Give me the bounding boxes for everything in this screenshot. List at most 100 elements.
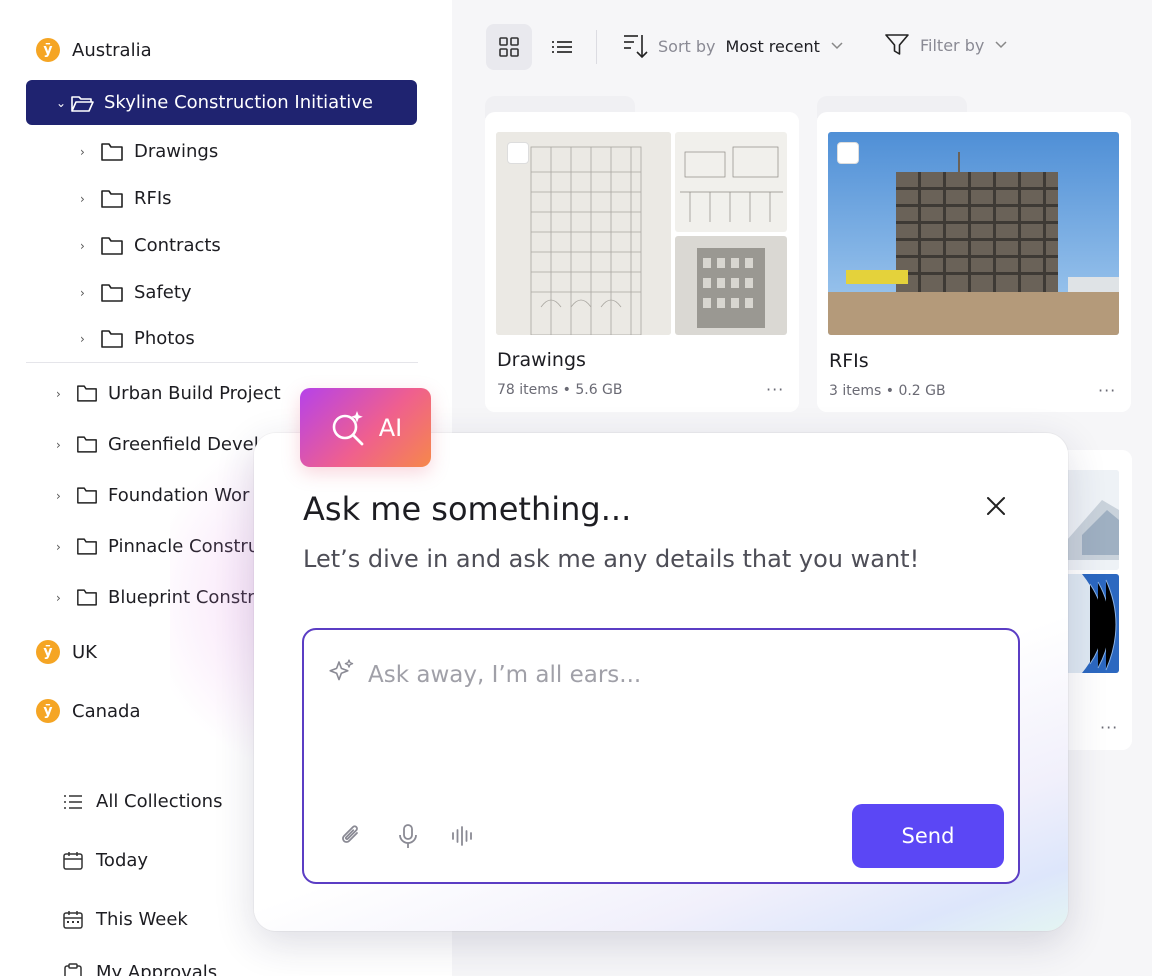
grid-icon: [499, 37, 519, 57]
chevron-right-icon: ›: [80, 238, 85, 253]
subfolder-contracts[interactable]: › Contracts: [80, 235, 221, 256]
region-australia[interactable]: ȳ Australia: [36, 38, 152, 62]
subfolder-label: Safety: [134, 282, 192, 303]
attach-button[interactable]: [338, 823, 364, 849]
collection-label: Today: [96, 850, 149, 871]
region-uk[interactable]: ȳ UK: [36, 640, 97, 664]
filter-icon: [885, 34, 909, 55]
more-options-icon[interactable]: ···: [766, 380, 784, 399]
select-checkbox[interactable]: [837, 142, 859, 164]
collection-label: This Week: [96, 909, 188, 930]
close-button[interactable]: [984, 494, 1008, 518]
chevron-right-icon: ›: [80, 285, 85, 300]
folder-icon: [101, 236, 123, 255]
folder-card-rfis[interactable]: RFIs 3 items • 0.2 GB ···: [817, 96, 1131, 412]
collection-this-week[interactable]: This Week: [62, 909, 188, 930]
filter-dropdown[interactable]: Filter by: [884, 32, 1008, 58]
card-meta: 3 items • 0.2 GB: [829, 383, 946, 399]
sort-label: Sort by: [658, 36, 716, 56]
chevron-down-icon: ⌄: [56, 95, 67, 110]
sort-icon: [624, 35, 648, 59]
construction-photo: [828, 132, 1119, 335]
subfolder-label: Contracts: [134, 235, 221, 256]
card-title: RFIs: [829, 350, 869, 372]
folder-icon: [101, 189, 123, 208]
ai-badge: AI: [300, 388, 431, 467]
toolbar-divider: [596, 30, 597, 64]
chevron-right-icon: ›: [56, 437, 61, 452]
chevron-right-icon: ›: [56, 539, 61, 554]
collection-today[interactable]: Today: [62, 850, 148, 871]
audio-wave-icon: [452, 826, 472, 846]
subfolder-label: Photos: [134, 328, 195, 349]
region-label: Australia: [72, 39, 152, 61]
list-icon: [552, 41, 572, 53]
chat-box: Send: [302, 628, 1020, 884]
calendar-icon: [63, 851, 83, 870]
folder-icon: [77, 538, 97, 555]
subfolder-safety[interactable]: › Safety: [80, 282, 192, 303]
card-meta: 78 items • 5.6 GB: [497, 382, 623, 398]
chevron-down-icon: [995, 41, 1007, 49]
ai-search-sparkle-icon: [332, 410, 364, 445]
sidebar-divider: [26, 362, 418, 363]
calendar-week-icon: [63, 910, 83, 929]
select-checkbox[interactable]: [507, 142, 529, 164]
list-icon: [64, 794, 82, 809]
chevron-right-icon: ›: [56, 488, 61, 503]
filter-label: Filter by: [920, 35, 985, 55]
sort-value: Most recent: [725, 36, 820, 56]
more-options-icon[interactable]: ···: [1100, 718, 1118, 737]
close-icon: [987, 497, 1005, 515]
building-photo: [1062, 574, 1119, 673]
subfolder-label: RFIs: [134, 188, 172, 209]
folder-icon: [77, 589, 97, 606]
drawing-thumbnail: [675, 132, 787, 232]
folder-icon: [101, 142, 123, 161]
chevron-right-icon: ›: [80, 191, 85, 206]
collection-my-approvals[interactable]: My Approvals: [62, 962, 217, 976]
region-logo-icon: ȳ: [36, 38, 60, 62]
region-logo-icon: ȳ: [36, 640, 60, 664]
card-title: Drawings: [497, 349, 586, 371]
active-project-label: Skyline Construction Initiative: [104, 92, 373, 113]
subfolder-label: Drawings: [134, 141, 219, 162]
microphone-icon: [399, 824, 417, 848]
chevron-right-icon: ›: [80, 331, 85, 346]
folder-icon: [77, 487, 97, 504]
region-logo-icon: ȳ: [36, 699, 60, 723]
folder-open-icon: [71, 95, 94, 112]
collection-label: My Approvals: [96, 962, 218, 976]
paperclip-icon: [342, 825, 358, 843]
sort-dropdown[interactable]: Sort by Most recent: [622, 32, 844, 60]
sidebar-item-skyline-construction[interactable]: ⌄ Skyline Construction Initiative: [26, 80, 417, 125]
folder-icon: [77, 436, 97, 453]
subfolder-drawings[interactable]: › Drawings: [80, 141, 218, 162]
subfolder-photos[interactable]: › Photos: [80, 328, 195, 349]
modal-title: Ask me something...: [303, 490, 632, 528]
subfolder-rfis[interactable]: › RFIs: [80, 188, 172, 209]
building-photo: [1062, 470, 1119, 570]
region-canada[interactable]: ȳ Canada: [36, 699, 141, 723]
grid-view-button[interactable]: [486, 24, 532, 70]
ai-badge-label: AI: [378, 413, 403, 442]
chevron-right-icon: ›: [56, 590, 61, 605]
sparkle-icon: [329, 659, 354, 681]
microphone-button[interactable]: [395, 823, 421, 849]
voice-wave-button[interactable]: [450, 823, 476, 849]
folder-card-drawings[interactable]: Drawings 78 items • 5.6 GB ···: [485, 96, 799, 412]
folder-icon: [77, 385, 97, 402]
list-view-button[interactable]: [539, 24, 585, 70]
folder-icon: [101, 283, 123, 302]
more-options-icon[interactable]: ···: [1098, 381, 1116, 400]
chevron-right-icon: ›: [56, 386, 61, 401]
chat-input[interactable]: [368, 658, 988, 692]
folder-icon: [101, 329, 123, 348]
region-label: Canada: [72, 700, 141, 722]
modal-subtitle: Let’s dive in and ask me any details tha…: [303, 545, 920, 573]
chevron-down-icon: [831, 42, 843, 50]
chevron-right-icon: ›: [80, 144, 85, 159]
drawing-thumbnail: [675, 236, 787, 335]
send-button[interactable]: Send: [852, 804, 1004, 868]
region-label: UK: [72, 641, 97, 663]
